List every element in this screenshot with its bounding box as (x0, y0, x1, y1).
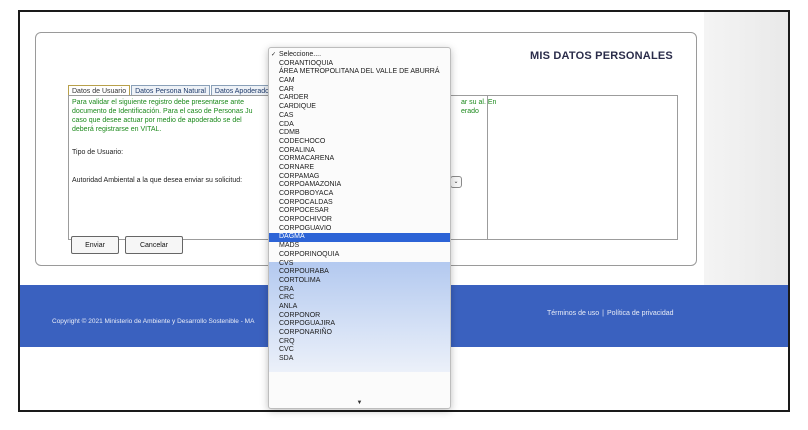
dropdown-option-label: Seleccione.... (279, 51, 322, 58)
dropdown-option[interactable]: CORPOCALDAS (269, 199, 450, 208)
dropdown-option-label: CORPOCHIVOR (279, 216, 332, 224)
dropdown-option-label: MADS (279, 242, 300, 250)
dropdown-option[interactable]: CDMB (269, 129, 450, 138)
privacy-link[interactable]: Política de privacidad (607, 310, 674, 317)
instructions-text: Para validar el siguiente registro debe … (72, 99, 253, 133)
instructions-text-tail: ar su al. En erado (461, 99, 497, 115)
dropdown-option[interactable]: CORPOCHIVOR (269, 216, 450, 225)
dropdown-option-label: CDMB (279, 129, 300, 137)
dropdown-option[interactable]: ANLA (269, 303, 450, 312)
copyright-text: Copyright © 2021 Ministerio de Ambiente … (52, 318, 255, 325)
dropdown-option[interactable]: ✓ Seleccione.... (269, 51, 450, 60)
dropdown-option-label: ANLA (279, 302, 298, 310)
dropdown-option[interactable]: CORTOLIMA (269, 277, 450, 286)
dropdown-option[interactable]: CORPAMAG (269, 173, 450, 182)
dropdown-option[interactable]: CORNARE (269, 164, 450, 173)
dropdown-option-label: CORTOLIMA (279, 276, 321, 284)
dropdown-option-label: CDA (279, 120, 294, 128)
dropdown-option[interactable]: CAR (269, 86, 450, 95)
dropdown-option-label: CAS (279, 111, 294, 119)
dropdown-option-label: DAGMA (279, 233, 305, 241)
dropdown-option-label: CVC (279, 346, 294, 354)
dropdown-option-label: CORALINA (279, 146, 315, 154)
dropdown-option-label: CRC (279, 294, 295, 302)
dropdown-option-label: CORPONOR (279, 311, 321, 319)
dropdown-option-label: CORPOURABA (279, 268, 329, 276)
dropdown-option[interactable]: CORPONARIÑO (269, 329, 450, 338)
cancel-button[interactable]: Cancelar (125, 236, 183, 254)
dropdown-option[interactable]: ÁREA METROPOLITANA DEL VALLE DE ABURRÁ (269, 68, 450, 77)
dropdown-option[interactable]: CARDIQUE (269, 103, 450, 112)
dropdown-option[interactable]: CORPOCESAR (269, 207, 450, 216)
dropdown-option[interactable]: CAM (269, 77, 450, 86)
dropdown-option-label: CAR (279, 85, 294, 93)
dropdown-option[interactable]: CORPOGUAJIRA (269, 320, 450, 329)
dropdown-option[interactable]: CORPORINOQUIA (269, 251, 450, 260)
page-title: MIS DATOS PERSONALES (530, 50, 673, 62)
side-gutter (704, 12, 788, 285)
dropdown-option-label: CORPONARIÑO (279, 329, 332, 336)
dropdown-option[interactable]: CARDER (269, 94, 450, 103)
dropdown-option[interactable]: MADS (269, 242, 450, 251)
authority-dropdown-list[interactable]: ✓ Seleccione.... CORANTIOQUIA ÁREA METROPOL… (268, 47, 451, 409)
dropdown-option[interactable]: CRA (269, 286, 450, 295)
dropdown-option-label: CORANTIOQUIA (279, 59, 334, 67)
dropdown-option-label: CAM (279, 77, 295, 85)
dropdown-option-label: ÁREA METROPOLITANA DEL VALLE DE ABURRÁ (279, 68, 440, 76)
authority-select[interactable]: ⌄ (450, 176, 462, 188)
dropdown-option[interactable]: CVC (269, 346, 450, 355)
dropdown-option-label: CORPORINOQUIA (279, 250, 340, 258)
send-button[interactable]: Enviar (71, 236, 119, 254)
dropdown-option[interactable]: CRC (269, 294, 450, 303)
dropdown-option[interactable]: CORPONOR (269, 312, 450, 321)
dropdown-option-label: CORPOGUAJIRA (279, 320, 336, 328)
dropdown-option-label: CORNARE (279, 163, 315, 171)
terms-link[interactable]: Términos de uso (547, 310, 599, 317)
dropdown-option[interactable]: CORALINA (269, 147, 450, 156)
dropdown-option-label: CRA (279, 285, 294, 293)
dropdown-option-label: CORPOCESAR (279, 207, 329, 215)
dropdown-option-label: CORPOGUAVIO (279, 224, 332, 232)
dropdown-option-label: SDA (279, 355, 294, 363)
dropdown-option-label: CORPOCALDAS (279, 198, 333, 206)
dropdown-option[interactable]: CORMACARENA (269, 155, 450, 164)
dropdown-option[interactable]: DAGMA (269, 233, 450, 243)
dropdown-option-label: CODECHOCO (279, 137, 326, 145)
footer-separator: | (602, 310, 604, 317)
dropdown-option[interactable]: CRQ (269, 338, 450, 347)
dropdown-option[interactable]: CAS (269, 112, 450, 121)
dropdown-option[interactable]: CODECHOCO (269, 138, 450, 147)
dropdown-option[interactable]: CORPOAMAZONIA (269, 181, 450, 190)
dropdown-option-label: CORPOBOYACA (279, 190, 334, 197)
dropdown-option[interactable]: CORPOBOYACA (269, 190, 450, 199)
dropdown-option[interactable]: CORPOURABA (269, 268, 450, 277)
dropdown-option-label: CVS (279, 259, 294, 267)
dropdown-option-label: CORMACARENA (279, 155, 335, 163)
dropdown-option-label: CRQ (279, 337, 295, 345)
dropdown-option[interactable]: SDA (269, 355, 450, 364)
dropdown-option-label: CORPAMAG (279, 172, 320, 180)
dropdown-option-label: CORPOAMAZONIA (279, 181, 342, 189)
dropdown-option-label: CARDIQUE (279, 103, 316, 111)
check-icon: ✓ (271, 52, 277, 58)
footer-links: Términos de uso | Política de privacidad (547, 310, 674, 317)
scroll-down-icon[interactable]: ▼ (269, 400, 450, 406)
dropdown-option[interactable]: CDA (269, 121, 450, 130)
dropdown-option[interactable]: CVS (269, 260, 450, 269)
user-type-label: Tipo de Usuario: (72, 149, 124, 156)
authority-label: Autoridad Ambiental a la que desea envia… (72, 177, 243, 184)
dropdown-option-label: CARDER (279, 94, 309, 102)
dropdown-option[interactable]: CORPOGUAVIO (269, 225, 450, 234)
tab-panel-extension (440, 95, 678, 240)
